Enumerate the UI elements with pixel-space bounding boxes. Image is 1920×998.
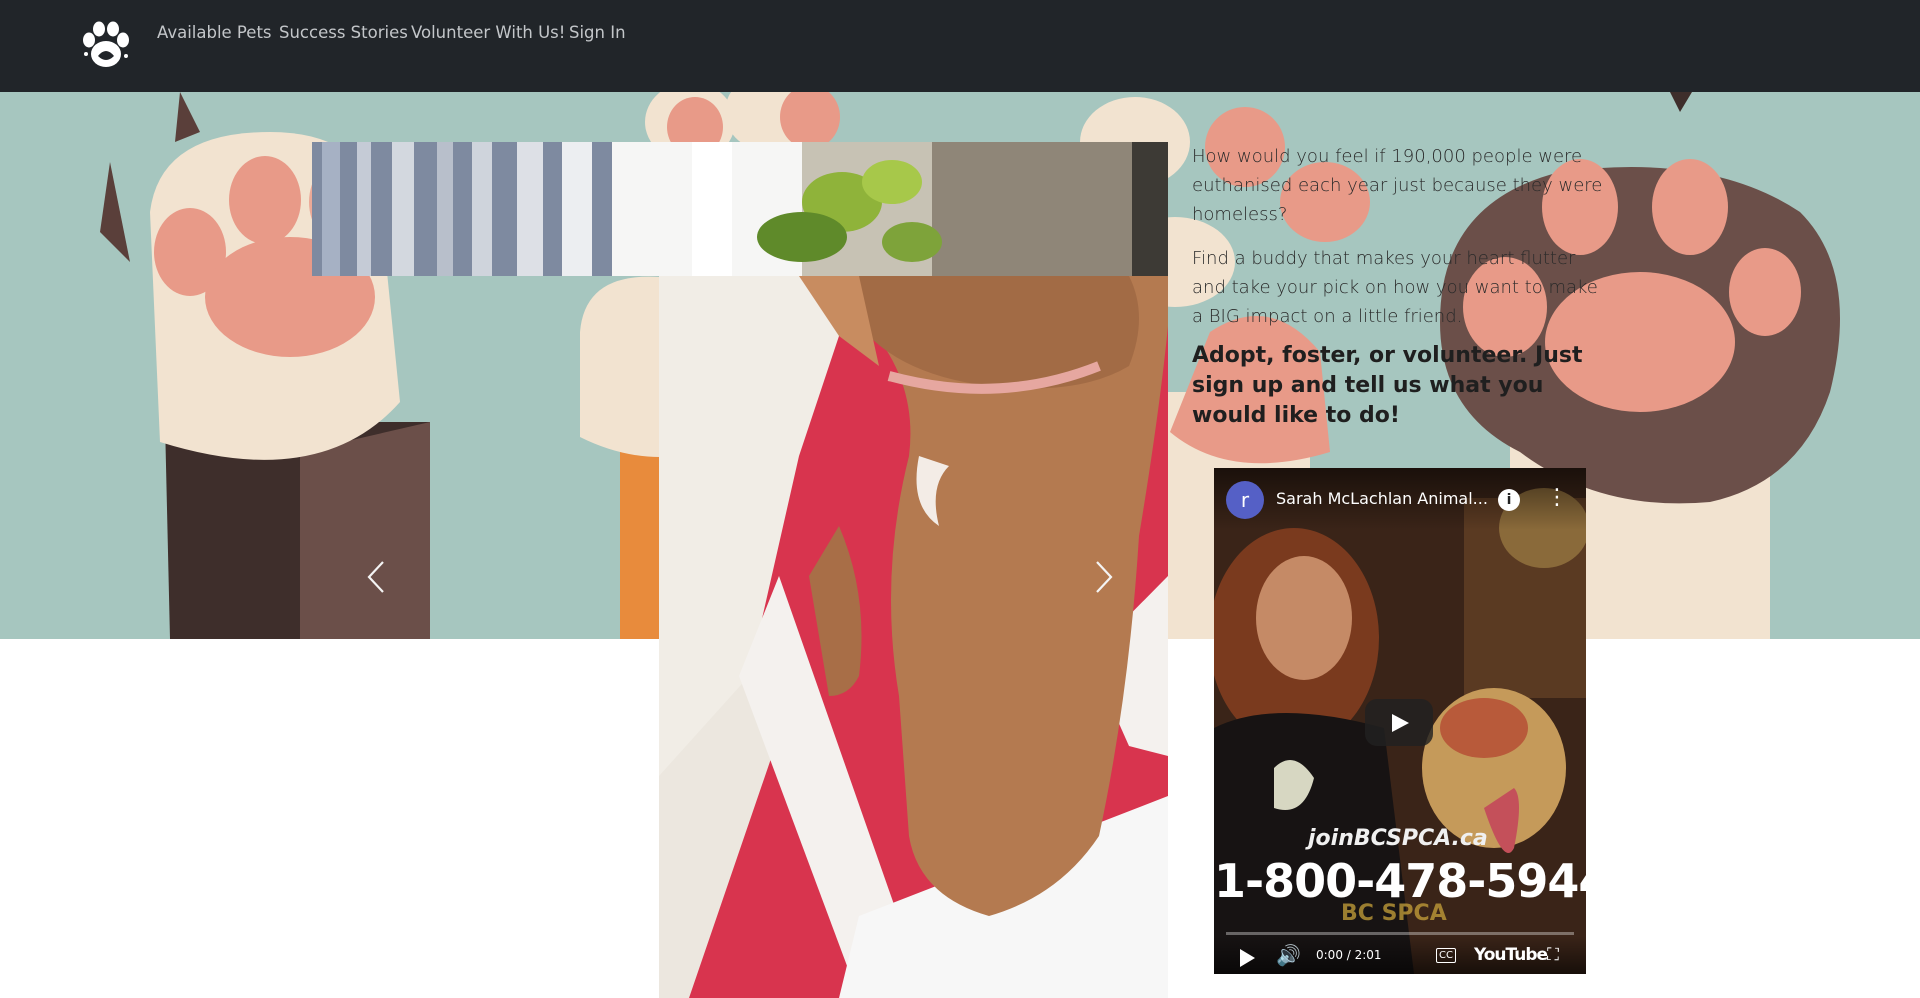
video-progress-bar[interactable]	[1226, 932, 1574, 935]
carousel-next-button[interactable]	[1084, 547, 1124, 607]
pet-carousel[interactable]	[312, 142, 1168, 998]
video-title[interactable]: Sarah McLachlan Animal...	[1276, 488, 1498, 510]
intro-paragraph-stat: How would you feel if 190,000 people wer…	[1192, 146, 1603, 225]
video-controls: 🔊 0:00 / 2:01 CC YouTube ⛶	[1214, 936, 1586, 974]
play-button-icon[interactable]	[1365, 699, 1433, 746]
nav-link-success-stories[interactable]: Success Stories	[279, 22, 408, 46]
chevron-left-icon	[367, 561, 384, 593]
captions-icon[interactable]: CC	[1436, 948, 1456, 963]
video-time: 0:00 / 2:01	[1316, 948, 1382, 962]
video-overlay-brand: BC SPCA	[1341, 901, 1447, 926]
youtube-logo[interactable]: YouTube	[1474, 945, 1548, 965]
intro-call-to-action: Adopt, foster, or volunteer. Just sign u…	[1192, 343, 1583, 428]
nav-link-available-pets[interactable]: Available Pets	[157, 22, 272, 46]
navbar: Available Pets Success Stories Volunteer…	[0, 0, 1920, 92]
carousel-image-dog	[659, 276, 1168, 998]
channel-avatar[interactable]: r	[1226, 481, 1264, 519]
chevron-right-icon	[1096, 561, 1113, 593]
intro-section: How would you feel if 190,000 people wer…	[1192, 142, 1612, 431]
fullscreen-icon[interactable]: ⛶	[1547, 945, 1559, 965]
volume-icon[interactable]: 🔊	[1276, 943, 1301, 967]
nav-link-volunteer[interactable]: Volunteer With Us!	[411, 22, 565, 46]
paw-print-icon[interactable]	[80, 18, 132, 72]
carousel-image-window	[312, 142, 1168, 276]
more-options-icon[interactable]: ⋮	[1546, 484, 1568, 512]
nav-link-sign-in[interactable]: Sign In	[569, 22, 626, 46]
carousel-prev-button[interactable]	[356, 547, 396, 607]
video-overlay-url: joinBCSPCA.ca	[1308, 826, 1488, 851]
control-play-icon[interactable]	[1240, 949, 1255, 967]
info-icon[interactable]: i	[1498, 489, 1520, 511]
intro-paragraph-buddy: Find a buddy that makes your heart flutt…	[1192, 248, 1598, 327]
youtube-video-embed[interactable]: r Sarah McLachlan Animal... i ⋮ joinBCSP…	[1214, 468, 1586, 974]
